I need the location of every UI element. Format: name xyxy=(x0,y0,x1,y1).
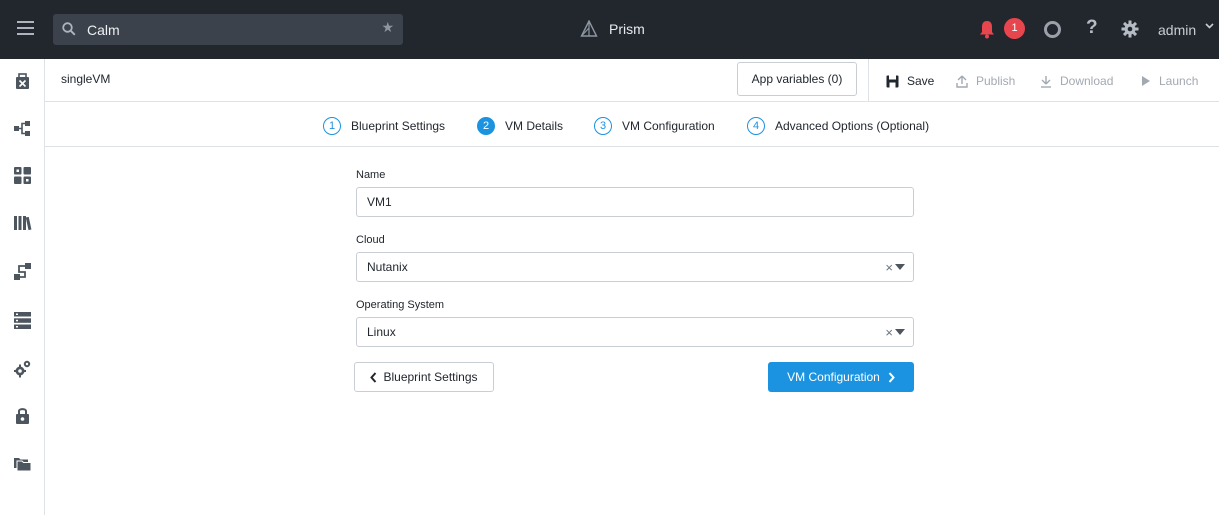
marketplace-list-icon[interactable] xyxy=(13,311,32,330)
cloud-value: Nutanix xyxy=(367,260,408,274)
top-bar: Calm ★ Prism 1 ? admin xyxy=(0,0,1219,59)
caret-down-icon[interactable] xyxy=(895,329,905,335)
step-number: 4 xyxy=(747,116,765,135)
caret-down-icon[interactable] xyxy=(895,264,905,270)
publish-button[interactable]: Publish xyxy=(956,73,1015,89)
back-label: Blueprint Settings xyxy=(383,370,478,384)
user-menu[interactable]: admin xyxy=(1158,22,1196,38)
blueprint-icon[interactable] xyxy=(13,72,32,91)
save-button[interactable]: Save xyxy=(886,73,934,89)
chevron-left-icon xyxy=(370,371,377,383)
task-ring-icon[interactable] xyxy=(1044,21,1061,38)
play-icon xyxy=(1142,76,1150,86)
os-select[interactable]: Linux × xyxy=(356,317,914,347)
download-label: Download xyxy=(1060,74,1114,88)
prism-logo-icon xyxy=(580,20,598,37)
clear-icon[interactable]: × xyxy=(885,254,893,282)
name-field[interactable]: VM1 xyxy=(356,187,914,217)
gear-icon[interactable] xyxy=(1121,20,1139,38)
step-label: Blueprint Settings xyxy=(351,118,446,133)
library-icon[interactable] xyxy=(13,213,32,232)
name-label: Name xyxy=(356,169,386,181)
search-input[interactable]: Calm ★ xyxy=(53,14,403,45)
step-label: VM Details xyxy=(505,118,564,133)
cloud-select[interactable]: Nutanix × xyxy=(356,252,914,282)
apps-grid-icon[interactable] xyxy=(13,166,32,185)
runbook-icon[interactable] xyxy=(13,262,32,281)
alert-count-badge[interactable]: 1 xyxy=(1004,18,1025,39)
blueprint-name: singleVM xyxy=(61,72,111,86)
search-value: Calm xyxy=(87,22,120,38)
step-label: Advanced Options (Optional) xyxy=(775,118,930,133)
download-icon xyxy=(1041,75,1051,88)
chevron-right-icon xyxy=(888,371,895,383)
folders-icon[interactable] xyxy=(13,454,32,473)
save-label: Save xyxy=(907,74,935,88)
step-advanced-options[interactable]: 4 Advanced Options (Optional) xyxy=(747,116,929,135)
clear-icon[interactable]: × xyxy=(885,319,893,347)
wizard-steps: 1 Blueprint Settings 2 VM Details 3 VM C… xyxy=(45,102,1219,147)
step-label: VM Configuration xyxy=(622,118,715,133)
header-divider xyxy=(868,59,869,101)
brand: Prism xyxy=(580,19,645,39)
star-icon[interactable]: ★ xyxy=(381,20,394,36)
step-vm-configuration[interactable]: 3 VM Configuration xyxy=(594,116,715,135)
menu-icon[interactable] xyxy=(17,21,34,36)
left-nav xyxy=(0,59,45,515)
chevron-down-icon[interactable] xyxy=(1205,22,1214,30)
back-button[interactable]: Blueprint Settings xyxy=(354,362,494,392)
step-number: 3 xyxy=(594,116,612,135)
step-number: 2 xyxy=(477,116,495,135)
download-button[interactable]: Download xyxy=(1040,73,1113,89)
topology-icon[interactable] xyxy=(13,119,32,138)
step-blueprint-settings[interactable]: 1 Blueprint Settings xyxy=(323,116,445,135)
step-number: 1 xyxy=(323,116,341,135)
upload-icon xyxy=(956,75,968,88)
app-name: Prism xyxy=(609,21,645,37)
help-icon[interactable]: ? xyxy=(1086,17,1098,39)
publish-label: Publish xyxy=(976,74,1016,88)
blueprint-header: singleVM App variables (0) Save Publish … xyxy=(45,59,1219,102)
search-icon xyxy=(62,22,76,36)
launch-label: Launch xyxy=(1159,74,1199,88)
cloud-label: Cloud xyxy=(356,234,385,246)
app-variables-button[interactable]: App variables (0) xyxy=(737,62,857,96)
name-value: VM1 xyxy=(367,195,392,209)
secure-lock-icon[interactable] xyxy=(13,406,32,425)
os-value: Linux xyxy=(367,325,396,339)
step-vm-details[interactable]: 2 VM Details xyxy=(477,116,563,135)
next-button[interactable]: VM Configuration xyxy=(768,362,914,392)
launch-button[interactable]: Launch xyxy=(1141,73,1198,89)
bell-icon[interactable] xyxy=(978,19,996,39)
os-label: Operating System xyxy=(356,299,445,311)
settings-cogs-icon[interactable] xyxy=(13,359,32,378)
save-icon xyxy=(886,75,899,87)
next-label: VM Configuration xyxy=(787,370,880,384)
